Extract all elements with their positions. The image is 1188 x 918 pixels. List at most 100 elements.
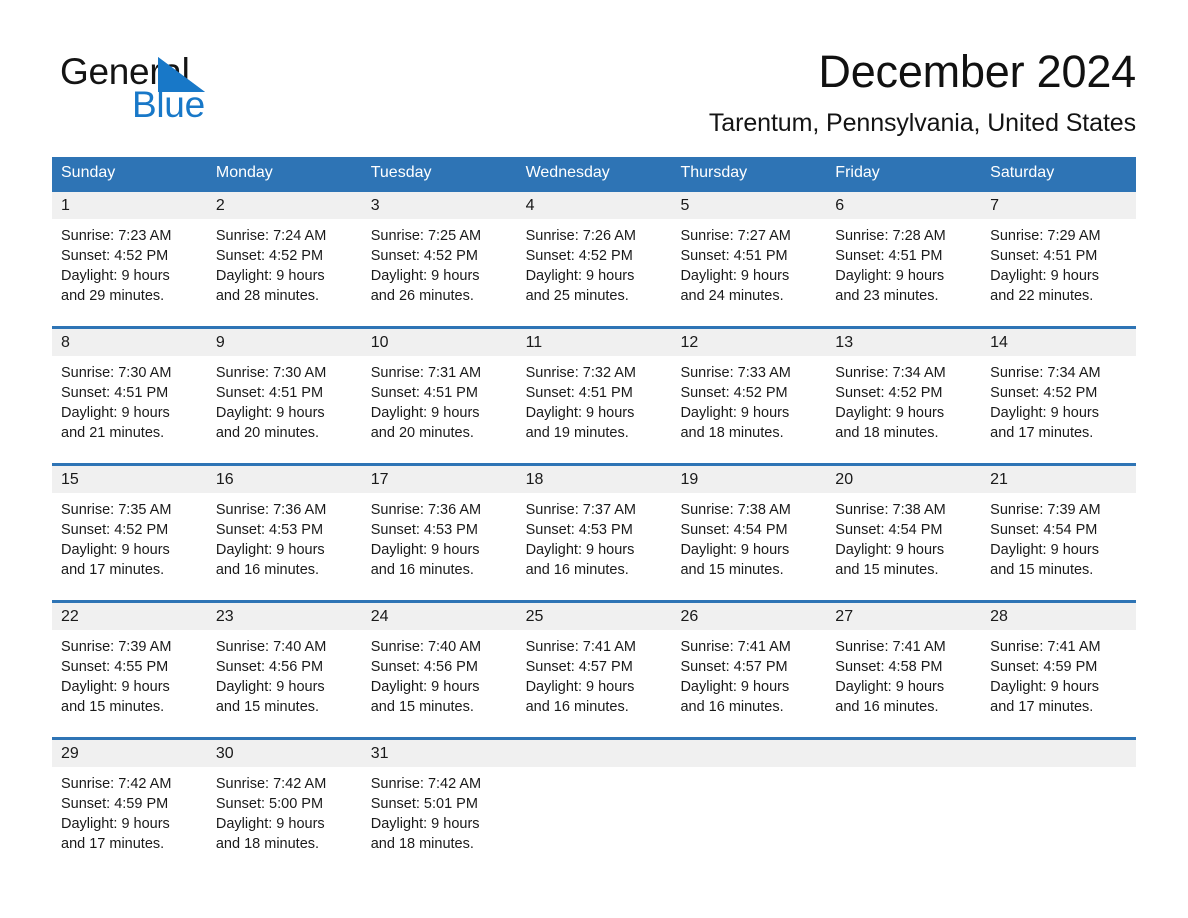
weekday-header-thursday: Thursday [680, 164, 748, 181]
day-number[interactable]: 4 [517, 192, 672, 219]
day-cell[interactable]: Sunrise: 7:38 AM Sunset: 4:54 PM Dayligh… [826, 493, 981, 600]
day-number[interactable]: 26 [671, 603, 826, 630]
day-number[interactable]: 25 [517, 603, 672, 630]
day-number[interactable]: 2 [207, 192, 362, 219]
day-cell[interactable]: Sunrise: 7:24 AM Sunset: 4:52 PM Dayligh… [207, 219, 362, 326]
day-number[interactable]: 12 [671, 329, 826, 356]
day-cell[interactable]: Sunrise: 7:27 AM Sunset: 4:51 PM Dayligh… [671, 219, 826, 326]
week-row: 22 23 24 25 26 27 28 Sunrise: 7:39 AM Su… [52, 600, 1136, 737]
day-cell[interactable]: Sunrise: 7:41 AM Sunset: 4:57 PM Dayligh… [671, 630, 826, 737]
day-number[interactable]: 31 [362, 740, 517, 767]
day-number[interactable]: 13 [826, 329, 981, 356]
day-number[interactable]: 29 [52, 740, 207, 767]
daylight-text-line1: Daylight: 9 hours [370, 405, 480, 421]
day-cell[interactable]: Sunrise: 7:29 AM Sunset: 4:51 PM Dayligh… [981, 219, 1136, 326]
day-number[interactable]: 30 [207, 740, 362, 767]
day-cell[interactable]: Sunrise: 7:38 AM Sunset: 4:54 PM Dayligh… [671, 493, 826, 600]
day-number[interactable]: 9 [207, 329, 362, 356]
day-cell[interactable]: Sunrise: 7:34 AM Sunset: 4:52 PM Dayligh… [981, 356, 1136, 463]
sunset-text: Sunset: 4:52 PM [835, 385, 943, 401]
day-cell[interactable]: Sunrise: 7:40 AM Sunset: 4:56 PM Dayligh… [207, 630, 362, 737]
day-number-empty [671, 740, 826, 767]
day-cell[interactable]: Sunrise: 7:39 AM Sunset: 4:54 PM Dayligh… [981, 493, 1136, 600]
day-number[interactable]: 16 [207, 466, 362, 493]
sunset-text: Sunset: 5:00 PM [215, 796, 324, 812]
day-cell[interactable]: Sunrise: 7:34 AM Sunset: 4:52 PM Dayligh… [826, 356, 981, 463]
daylight-text-line2: and 15 minutes. [61, 699, 165, 715]
weekday-header-sunday: Sunday [61, 164, 116, 181]
day-cell[interactable]: Sunrise: 7:41 AM Sunset: 4:57 PM Dayligh… [517, 630, 672, 737]
day-detail-band: Sunrise: 7:35 AM Sunset: 4:52 PM Dayligh… [52, 493, 1136, 600]
day-cell[interactable]: Sunrise: 7:30 AM Sunset: 4:51 PM Dayligh… [207, 356, 362, 463]
daylight-text-line1: Daylight: 9 hours [990, 542, 1099, 558]
sunrise-text: Sunrise: 7:40 AM [215, 639, 327, 655]
daylight-text-line2: and 17 minutes. [61, 836, 165, 852]
week-row: 1 2 3 4 5 6 7 Sunrise: 7:23 AM Sunset: 4… [52, 189, 1136, 326]
day-cell[interactable]: Sunrise: 7:42 AM Sunset: 5:00 PM Dayligh… [207, 767, 362, 874]
day-number[interactable]: 1 [52, 192, 207, 219]
day-number[interactable]: 28 [981, 603, 1136, 630]
daylight-text-line2: and 15 minutes. [370, 699, 474, 715]
day-number[interactable]: 8 [52, 329, 207, 356]
day-cell[interactable]: Sunrise: 7:36 AM Sunset: 4:53 PM Dayligh… [362, 493, 517, 600]
day-number[interactable]: 6 [826, 192, 981, 219]
daylight-text-line1: Daylight: 9 hours [525, 405, 635, 421]
daylight-text-line1: Daylight: 9 hours [835, 405, 945, 421]
daylight-text-line1: Daylight: 9 hours [215, 268, 325, 284]
day-cell[interactable]: Sunrise: 7:37 AM Sunset: 4:53 PM Dayligh… [517, 493, 672, 600]
day-number[interactable]: 17 [362, 466, 517, 493]
day-number[interactable]: 15 [52, 466, 207, 493]
day-cell[interactable]: Sunrise: 7:33 AM Sunset: 4:52 PM Dayligh… [671, 356, 826, 463]
day-number[interactable]: 21 [981, 466, 1136, 493]
day-number[interactable]: 23 [207, 603, 362, 630]
day-cell[interactable]: Sunrise: 7:42 AM Sunset: 5:01 PM Dayligh… [362, 767, 517, 874]
day-number[interactable]: 5 [671, 192, 826, 219]
day-number[interactable]: 3 [362, 192, 517, 219]
day-cell[interactable]: Sunrise: 7:25 AM Sunset: 4:52 PM Dayligh… [362, 219, 517, 326]
daylight-text-line2: and 17 minutes. [990, 425, 1094, 441]
day-number[interactable]: 27 [826, 603, 981, 630]
sunset-text: Sunset: 4:52 PM [370, 248, 478, 264]
day-cell[interactable]: Sunrise: 7:36 AM Sunset: 4:53 PM Dayligh… [207, 493, 362, 600]
day-cell[interactable]: Sunrise: 7:32 AM Sunset: 4:51 PM Dayligh… [517, 356, 672, 463]
day-number[interactable]: 24 [362, 603, 517, 630]
day-number[interactable]: 10 [362, 329, 517, 356]
day-cell[interactable]: Sunrise: 7:26 AM Sunset: 4:52 PM Dayligh… [517, 219, 672, 326]
week-row: 29 30 31 Sunrise: 7:42 AM Sunset: 4:59 P… [52, 737, 1136, 874]
day-cell[interactable]: Sunrise: 7:41 AM Sunset: 4:58 PM Dayligh… [826, 630, 981, 737]
day-number[interactable]: 14 [981, 329, 1136, 356]
sunset-text: Sunset: 4:59 PM [61, 796, 169, 812]
weekday-header-friday: Friday [835, 164, 880, 181]
sunset-text: Sunset: 4:59 PM [990, 659, 1098, 675]
sunset-text: Sunset: 4:54 PM [835, 522, 943, 538]
sunrise-text: Sunrise: 7:30 AM [61, 365, 172, 381]
sunrise-text: Sunrise: 7:42 AM [61, 776, 172, 792]
daylight-text-line1: Daylight: 9 hours [680, 405, 790, 421]
day-cell[interactable]: Sunrise: 7:39 AM Sunset: 4:55 PM Dayligh… [52, 630, 207, 737]
day-cell[interactable]: Sunrise: 7:30 AM Sunset: 4:51 PM Dayligh… [52, 356, 207, 463]
day-cell-empty [826, 767, 981, 874]
day-number[interactable]: 20 [826, 466, 981, 493]
day-number[interactable]: 18 [517, 466, 672, 493]
day-cell[interactable]: Sunrise: 7:42 AM Sunset: 4:59 PM Dayligh… [52, 767, 207, 874]
day-cell[interactable]: Sunrise: 7:31 AM Sunset: 4:51 PM Dayligh… [362, 356, 517, 463]
weekday-header-wednesday: Wednesday [525, 164, 610, 181]
day-cell[interactable]: Sunrise: 7:35 AM Sunset: 4:52 PM Dayligh… [52, 493, 207, 600]
day-number[interactable]: 22 [52, 603, 207, 630]
sunset-text: Sunset: 4:54 PM [990, 522, 1098, 538]
sunrise-text: Sunrise: 7:42 AM [215, 776, 327, 792]
day-number-band: 29 30 31 [52, 740, 1136, 767]
day-number[interactable]: 7 [981, 192, 1136, 219]
daylight-text-line2: and 19 minutes. [525, 425, 629, 441]
day-detail-band: Sunrise: 7:23 AM Sunset: 4:52 PM Dayligh… [52, 219, 1136, 326]
day-cell[interactable]: Sunrise: 7:28 AM Sunset: 4:51 PM Dayligh… [826, 219, 981, 326]
day-number[interactable]: 11 [517, 329, 672, 356]
daylight-text-line2: and 18 minutes. [680, 425, 784, 441]
day-cell[interactable]: Sunrise: 7:41 AM Sunset: 4:59 PM Dayligh… [981, 630, 1136, 737]
day-cell[interactable]: Sunrise: 7:40 AM Sunset: 4:56 PM Dayligh… [362, 630, 517, 737]
day-cell[interactable]: Sunrise: 7:23 AM Sunset: 4:52 PM Dayligh… [52, 219, 207, 326]
sunrise-text: Sunrise: 7:32 AM [525, 365, 636, 381]
day-number-empty [826, 740, 981, 767]
day-number[interactable]: 19 [671, 466, 826, 493]
daylight-text-line1: Daylight: 9 hours [990, 405, 1099, 421]
